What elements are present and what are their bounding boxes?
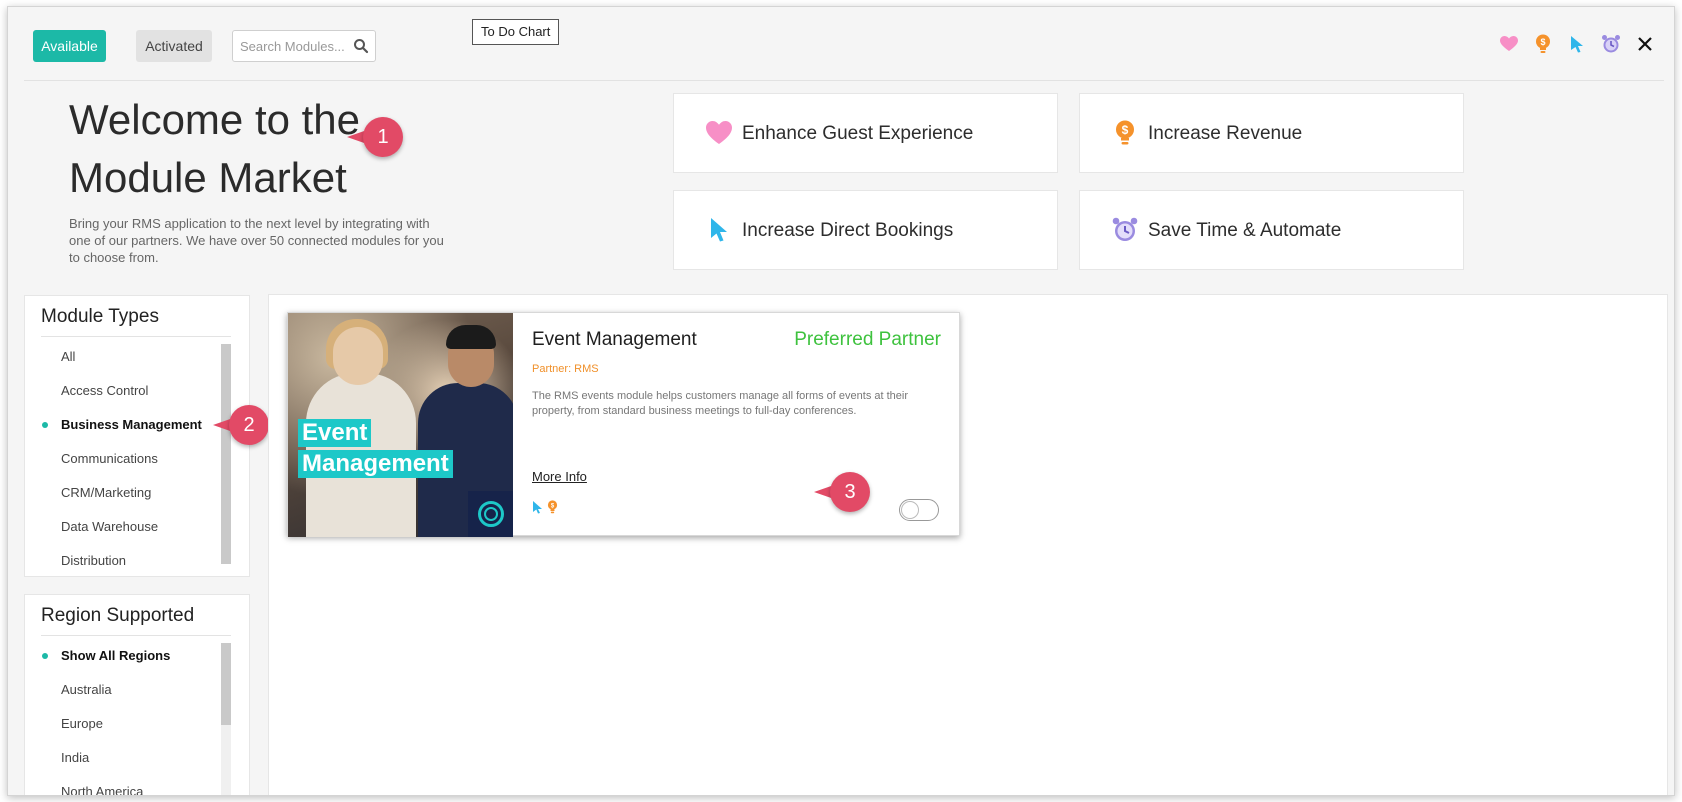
region-scrollbar[interactable] — [221, 643, 231, 795]
image-tag-line-2: Management — [298, 450, 453, 478]
page-title-line-2: Module Market — [69, 154, 347, 201]
region-list: Show All Regions Australia Europe India … — [41, 639, 219, 795]
module-types-list: All Access Control Business Management C… — [41, 340, 219, 578]
available-tab-button[interactable]: Available — [33, 30, 106, 62]
goal-label: Increase Revenue — [1148, 123, 1303, 144]
cursor-icon — [533, 501, 542, 514]
lightbulb-dollar-icon: $ — [1116, 120, 1134, 145]
heart-icon[interactable] — [1498, 33, 1520, 55]
search-box — [232, 30, 376, 62]
module-types-heading: Module Types — [41, 306, 159, 327]
callout-2: 2 — [207, 405, 271, 445]
svg-text:$: $ — [1540, 37, 1545, 47]
module-category-icons: $ — [532, 500, 558, 514]
module-type-communications[interactable]: Communications — [41, 442, 219, 476]
module-grid: Event Management Event Management Prefer… — [268, 294, 1668, 795]
region-supported-panel: Region Supported Show All Regions Austra… — [24, 594, 250, 795]
module-type-data-warehouse[interactable]: Data Warehouse — [41, 510, 219, 544]
page-description: Bring your RMS application to the next l… — [69, 216, 444, 265]
module-type-business-management[interactable]: Business Management — [41, 408, 219, 442]
more-info-link[interactable]: More Info — [532, 469, 587, 484]
lightbulb-dollar-icon[interactable]: $ — [1532, 33, 1554, 55]
callout-1: 1 — [341, 117, 405, 157]
to-do-chart-tooltip: To Do Chart — [472, 19, 560, 45]
alarm-clock-icon[interactable] — [1600, 33, 1622, 55]
goal-label: Enhance Guest Experience — [742, 123, 974, 144]
module-market-window: Available Activated To Do Chart $ — [7, 6, 1675, 796]
region-australia[interactable]: Australia — [41, 673, 219, 707]
logo-ring-inner-icon — [484, 507, 498, 521]
module-type-all[interactable]: All — [41, 340, 219, 374]
scrollbar-thumb[interactable] — [221, 643, 231, 725]
filter-icons: $ — [1498, 33, 1656, 55]
svg-text:$: $ — [1122, 123, 1129, 137]
divider — [41, 336, 231, 337]
cursor-icon — [711, 218, 727, 242]
module-type-access-control[interactable]: Access Control — [41, 374, 219, 408]
callout-number: 2 — [229, 405, 269, 445]
region-europe[interactable]: Europe — [41, 707, 219, 741]
module-type-distribution[interactable]: Distribution — [41, 544, 219, 578]
top-bar: Available Activated To Do Chart $ — [24, 7, 1664, 81]
goal-label: Save Time & Automate — [1148, 220, 1342, 241]
module-image: Event Management — [288, 313, 513, 537]
alarm-clock-icon — [1112, 217, 1138, 241]
lightbulb-dollar-icon: $ — [547, 500, 558, 514]
callout-number: 3 — [830, 472, 870, 512]
goal-card-increase-direct-bookings[interactable]: Increase Direct Bookings — [673, 190, 1058, 270]
region-north-america[interactable]: North America — [41, 775, 219, 795]
close-icon[interactable] — [1634, 33, 1656, 55]
image-tag-line-1: Event — [298, 419, 372, 447]
activate-module-toggle[interactable] — [899, 499, 939, 521]
goal-card-save-time-automate[interactable]: Save Time & Automate — [1079, 190, 1464, 270]
search-input[interactable] — [233, 31, 349, 61]
module-type-crm-marketing[interactable]: CRM/Marketing — [41, 476, 219, 510]
region-supported-heading: Region Supported — [41, 605, 195, 626]
scrollbar-thumb[interactable] — [221, 344, 231, 564]
cursor-icon[interactable] — [1566, 33, 1588, 55]
goal-label: Increase Direct Bookings — [742, 220, 954, 241]
preferred-partner-badge: Preferred Partner — [794, 329, 941, 350]
region-show-all[interactable]: Show All Regions — [41, 639, 219, 673]
toggle-knob — [901, 501, 919, 519]
module-partner: Partner: RMS — [532, 363, 599, 375]
region-india[interactable]: India — [41, 741, 219, 775]
goal-card-increase-revenue[interactable]: $ Increase Revenue — [1079, 93, 1464, 173]
activated-tab-button[interactable]: Activated — [136, 30, 212, 62]
module-title: Event Management — [532, 329, 697, 350]
image-person-left-head — [333, 327, 383, 385]
module-types-scrollbar[interactable] — [221, 344, 231, 564]
search-icon[interactable] — [353, 38, 369, 54]
module-description: The RMS events module helps customers ma… — [532, 390, 909, 417]
callout-3: 3 — [808, 472, 872, 512]
divider — [41, 635, 231, 636]
heart-icon — [706, 121, 732, 144]
callout-number: 1 — [363, 117, 403, 157]
image-person-right-hair — [446, 325, 496, 349]
goal-card-enhance-guest-experience[interactable]: Enhance Guest Experience — [673, 93, 1058, 173]
